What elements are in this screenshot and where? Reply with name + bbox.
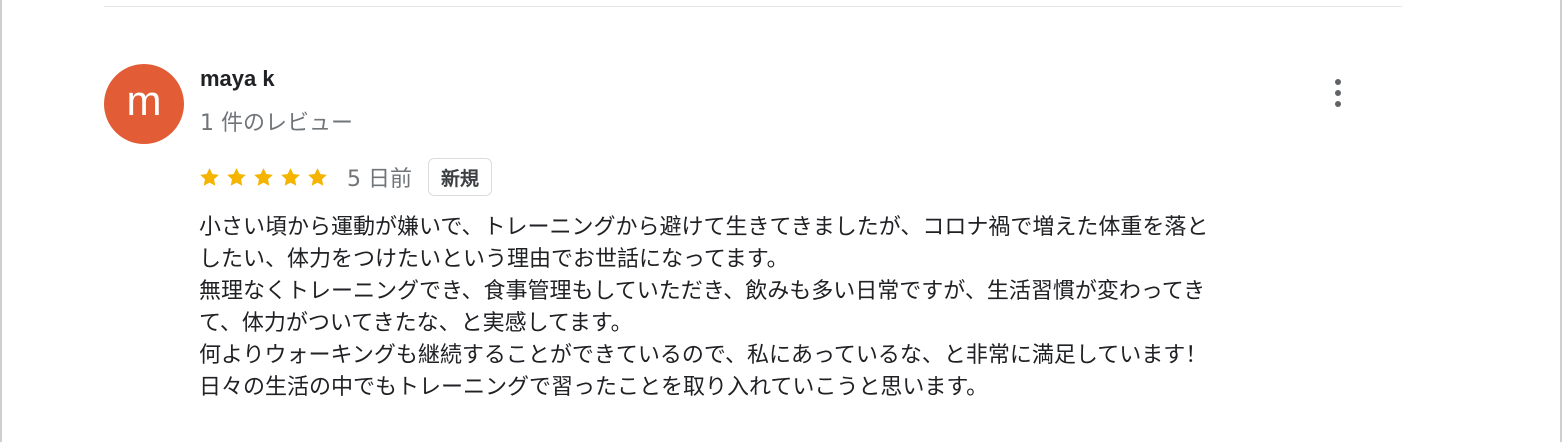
review-time: 5 日前 [347, 167, 412, 192]
star-rating [198, 166, 329, 189]
review-line: 小さい頃から運動が嫌いで、トレーニングから避けて生きてきましたが、コロナ禍で増え… [199, 215, 1209, 240]
more-vert-icon [1335, 79, 1341, 85]
review-line: 無理なくトレーニングでき、食事管理もしていただき、飲みも多い日常ですが、生活習慣… [199, 279, 1206, 304]
review-card: m maya k 1 件のレビュー 5 日前 新規 小さい頃から運動が嫌いで、ト… [0, 0, 1562, 442]
review-line: 日々の生活の中でもトレーニングで習ったことを取り入れていこうと思います。 [199, 375, 989, 400]
author-review-count: 1 件のレビュー [200, 111, 353, 136]
review-line: したい、体力をつけたいという理由でお世話になってます。 [199, 247, 789, 272]
more-vert-icon-dot [1335, 101, 1341, 107]
star-icon [308, 167, 327, 186]
more-options-button[interactable] [1322, 72, 1354, 114]
review-line: て、体力がついてきたな、と実感してます。 [199, 311, 633, 336]
avatar[interactable]: m [104, 64, 184, 144]
more-vert-icon-dot [1335, 90, 1341, 96]
review-meta: 5 日前 新規 [198, 157, 493, 197]
star-icon [200, 167, 219, 186]
avatar-letter: m [126, 77, 162, 124]
review-text: 小さい頃から運動が嫌いで、トレーニングから避けて生きてきましたが、コロナ禍で増え… [199, 212, 1399, 404]
star-icon [227, 167, 246, 186]
new-badge: 新規 [428, 158, 493, 196]
review-line: 何よりウォーキングも継続することができているので、私にあっているな、と非常に満足… [199, 343, 1208, 368]
review-page: m maya k 1 件のレビュー 5 日前 新規 小さい頃から運動が嫌いで、ト… [0, 0, 1562, 442]
author-name[interactable]: maya k [200, 66, 275, 92]
star-icon [254, 167, 273, 186]
star-icon [281, 167, 300, 186]
